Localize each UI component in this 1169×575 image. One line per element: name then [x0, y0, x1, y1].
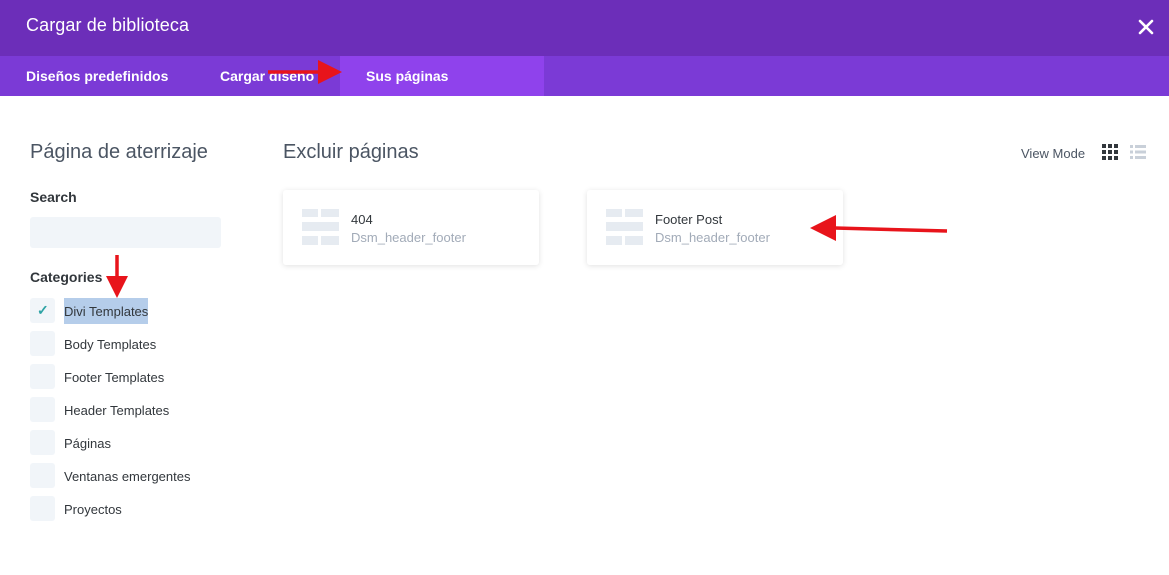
tab-predefined-layouts[interactable]: Diseños predefinidos: [0, 56, 194, 96]
page-card[interactable]: Footer Post Dsm_header_footer: [587, 190, 843, 265]
sidebar-title: Página de aterrizaje: [30, 141, 208, 163]
category-list: ✓ Divi Templates Body Templates Footer T…: [30, 296, 240, 527]
category-label: Footer Templates: [64, 370, 165, 385]
category-checkbox[interactable]: [30, 496, 55, 521]
category-checkbox[interactable]: [30, 463, 55, 488]
card-title: Footer Post: [655, 212, 723, 227]
load-library-modal: Cargar de biblioteca Diseños predefinido…: [0, 0, 1169, 575]
category-header-templates[interactable]: Header Templates: [30, 395, 240, 428]
view-mode-label: View Mode: [1021, 146, 1086, 161]
category-label: Body Templates: [64, 337, 157, 352]
card-title: 404: [351, 212, 373, 227]
category-label: Ventanas emergentes: [64, 469, 191, 484]
annotation-arrow-category: [106, 255, 128, 298]
tab-existing-pages[interactable]: Sus páginas existentes: [340, 56, 544, 124]
layout-thumbnail-icon: [606, 209, 643, 245]
tab-load-layout[interactable]: Cargar diseño: [194, 56, 340, 96]
category-body-templates[interactable]: Body Templates: [30, 329, 240, 362]
search-input[interactable]: [30, 217, 221, 248]
category-label: Páginas: [64, 436, 111, 451]
category-pages[interactable]: Páginas: [30, 428, 240, 461]
card-subtitle: Dsm_header_footer: [351, 230, 466, 245]
tab-bar: Diseños predefinidos Cargar diseño Sus p…: [0, 56, 1169, 124]
category-popups[interactable]: Ventanas emergentes: [30, 461, 240, 494]
close-icon[interactable]: [1133, 14, 1159, 40]
grid-view-icon[interactable]: [1102, 144, 1118, 160]
main-title: Excluir páginas: [283, 141, 419, 163]
category-checkbox[interactable]: [30, 397, 55, 422]
search-label: Search: [30, 189, 77, 205]
category-label: Proyectos: [64, 502, 122, 517]
category-checkbox[interactable]: ✓: [30, 298, 55, 323]
category-divi-templates[interactable]: ✓ Divi Templates: [30, 296, 240, 329]
category-checkbox[interactable]: [30, 430, 55, 455]
category-checkbox[interactable]: [30, 331, 55, 356]
category-label: Header Templates: [64, 403, 170, 418]
modal-header: Cargar de biblioteca: [0, 0, 1169, 56]
layout-thumbnail-icon: [302, 209, 339, 245]
category-footer-templates[interactable]: Footer Templates: [30, 362, 240, 395]
checkmark-icon: ✓: [37, 302, 49, 318]
card-subtitle: Dsm_header_footer: [655, 230, 770, 245]
category-checkbox[interactable]: [30, 364, 55, 389]
page-card[interactable]: 404 Dsm_header_footer: [283, 190, 539, 265]
category-projects[interactable]: Proyectos: [30, 494, 240, 527]
category-label: Divi Templates: [64, 298, 149, 324]
categories-label: Categories: [30, 269, 103, 285]
list-view-icon[interactable]: [1130, 144, 1146, 160]
modal-title: Cargar de biblioteca: [26, 15, 190, 35]
